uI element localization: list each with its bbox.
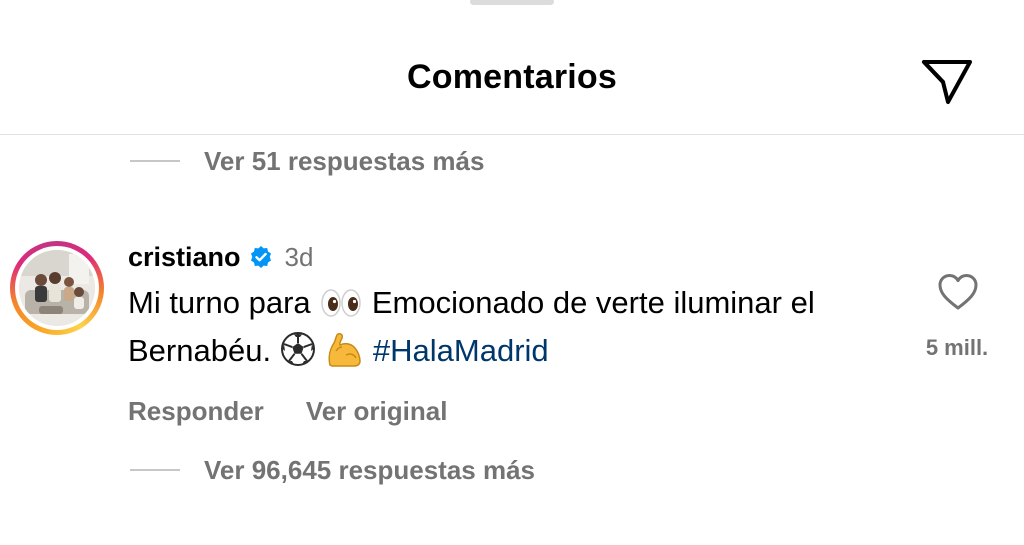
comment-text: Mi turno para Emocionado de verte ilumin… bbox=[128, 282, 908, 378]
like-count: 5 mill. bbox=[925, 335, 989, 360]
verified-badge-icon bbox=[249, 245, 273, 269]
see-original-button[interactable]: Ver original bbox=[306, 396, 448, 427]
hashtag-link[interactable]: #HalaMadrid bbox=[373, 333, 549, 368]
comments-header: Comentarios bbox=[0, 0, 1024, 135]
replies-divider-line bbox=[130, 160, 180, 162]
comment-time: 3d bbox=[284, 241, 314, 272]
view-replies-label: Ver 96,645 respuestas más bbox=[204, 454, 536, 485]
avatar-photo bbox=[19, 250, 95, 326]
heart-outline-icon bbox=[938, 274, 978, 310]
replies-divider-line bbox=[130, 469, 180, 471]
comment-text-part1: Mi turno para bbox=[128, 285, 320, 320]
flexed-biceps-emoji-icon bbox=[324, 331, 364, 378]
comment-actions: Responder Ver original bbox=[128, 396, 908, 427]
page-title: Comentarios bbox=[406, 58, 618, 96]
share-button[interactable] bbox=[918, 54, 976, 108]
comment: cristiano 3d Mi turno para Emocionado de… bbox=[128, 238, 908, 427]
avatar[interactable] bbox=[10, 241, 104, 335]
view-replies-label: Ver 51 respuestas más bbox=[204, 145, 485, 176]
comment-username[interactable]: cristiano bbox=[128, 242, 241, 273]
view-more-replies-bottom[interactable]: Ver 96,645 respuestas más bbox=[130, 450, 535, 490]
like-button[interactable] bbox=[936, 270, 980, 314]
avatar-story-ring-gap bbox=[15, 246, 99, 330]
view-more-replies-top[interactable]: Ver 51 respuestas más bbox=[130, 141, 484, 181]
reply-button[interactable]: Responder bbox=[128, 396, 264, 427]
comment-header: cristiano 3d bbox=[128, 238, 908, 276]
soccer-ball-emoji-icon bbox=[280, 331, 316, 378]
eyes-emoji-icon bbox=[319, 287, 363, 330]
paper-plane-icon bbox=[922, 60, 972, 104]
